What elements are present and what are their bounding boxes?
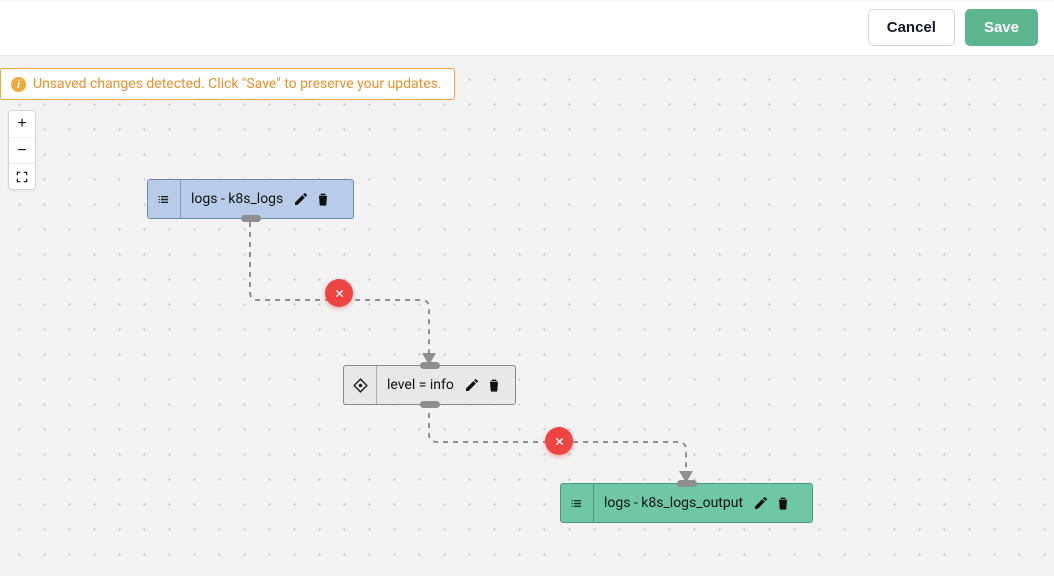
zoom-out-button[interactable]: − — [9, 137, 35, 163]
canvas-grid — [0, 56, 1054, 576]
info-icon: i — [11, 77, 26, 92]
node-sink[interactable]: logs - k8s_logs_output — [560, 483, 813, 523]
filter-icon — [344, 366, 377, 404]
node-input-handle[interactable] — [420, 362, 440, 369]
delete-edge-button[interactable] — [545, 427, 573, 455]
node-label: logs - k8s_logs — [181, 180, 293, 218]
node-input-handle[interactable] — [677, 480, 697, 487]
edit-node-button[interactable] — [464, 377, 480, 393]
delete-edge-button[interactable] — [325, 279, 353, 307]
fit-view-button[interactable] — [9, 163, 35, 189]
node-output-handle[interactable] — [420, 401, 440, 408]
save-button[interactable]: Save — [965, 9, 1038, 46]
node-filter[interactable]: level = info — [343, 365, 516, 405]
delete-node-button[interactable] — [775, 495, 791, 511]
banner-text: Unsaved changes detected. Click "Save" t… — [33, 76, 442, 92]
unsaved-changes-banner: i Unsaved changes detected. Click "Save"… — [0, 68, 455, 100]
delete-node-button[interactable] — [486, 377, 502, 393]
node-source[interactable]: logs - k8s_logs — [147, 179, 354, 219]
zoom-controls: + − — [8, 110, 36, 190]
cancel-button[interactable]: Cancel — [868, 9, 955, 46]
source-icon — [148, 180, 181, 218]
node-label: level = info — [377, 366, 464, 404]
zoom-in-button[interactable]: + — [9, 111, 35, 137]
header-toolbar: Cancel Save — [0, 0, 1054, 56]
node-label: logs - k8s_logs_output — [594, 484, 753, 522]
edit-node-button[interactable] — [293, 191, 309, 207]
edit-node-button[interactable] — [753, 495, 769, 511]
sink-icon — [561, 484, 594, 522]
delete-node-button[interactable] — [315, 191, 331, 207]
pipeline-canvas[interactable]: i Unsaved changes detected. Click "Save"… — [0, 56, 1054, 576]
node-output-handle[interactable] — [241, 215, 261, 222]
